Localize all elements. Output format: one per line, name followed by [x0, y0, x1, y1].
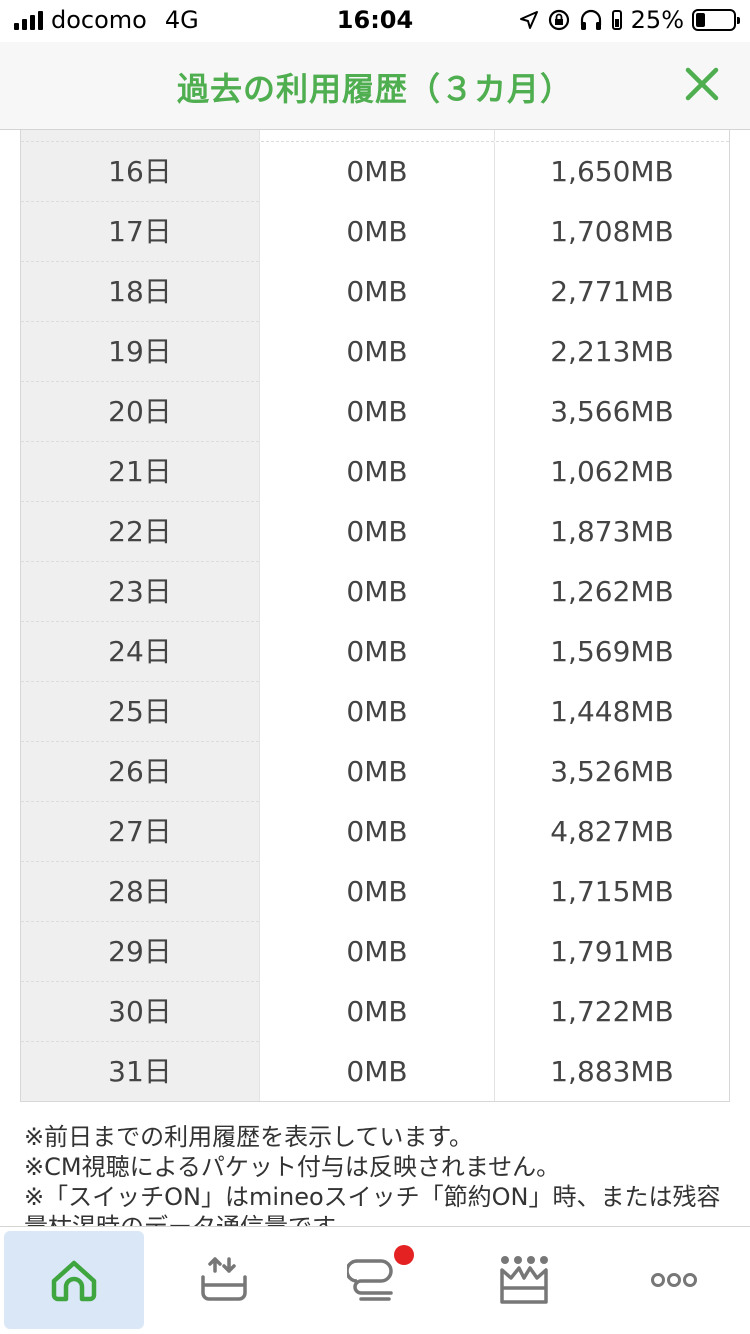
home-icon: [51, 1260, 97, 1302]
usage-cell: 3,566MB: [494, 382, 729, 442]
day-cell: 30日: [108, 995, 172, 1028]
table-row: 21日 0MB 1,062MB: [21, 442, 729, 502]
page-title: 過去の利用履歴（３カ月）: [176, 70, 573, 108]
status-bar: docomo 4G 16:04 25%: [0, 0, 750, 42]
nav-more[interactable]: [604, 1231, 744, 1329]
switch-on-cell: 0MB: [259, 1042, 494, 1101]
day-cell: 27日: [108, 815, 172, 848]
usage-cell: 1,722MB: [494, 982, 729, 1042]
note-line: ※「スイッチON」はmineoスイッチ「節約ON」時、または残容量枯渇時のデータ…: [24, 1183, 721, 1226]
table-row: 24日 0MB 1,569MB: [21, 622, 729, 682]
usage-cell: 1,708MB: [494, 202, 729, 262]
switch-on-cell: 0MB: [259, 502, 494, 562]
table-row: 19日 0MB 2,213MB: [21, 322, 729, 382]
nav-community[interactable]: [304, 1231, 444, 1329]
table-row: 26日 0MB 3,526MB: [21, 742, 729, 802]
notification-badge: [394, 1245, 414, 1265]
switch-on-cell: 0MB: [259, 142, 494, 202]
status-right: 25%: [519, 6, 740, 34]
day-cell: 29日: [108, 935, 172, 968]
battery-icon: [692, 9, 740, 31]
usage-cell: 1,650MB: [494, 142, 729, 202]
nav-premium[interactable]: [454, 1231, 594, 1329]
switch-on-cell: 0MB: [259, 202, 494, 262]
usage-cell: 1,715MB: [494, 862, 729, 922]
day-cell: 16日: [108, 155, 172, 188]
nav-gift-share[interactable]: [154, 1231, 294, 1329]
usage-notes: ※前日までの利用履歴を表示しています。 ※CM視聴によるパケット付与は反映されま…: [24, 1122, 730, 1226]
alarm-icon: [611, 10, 622, 30]
day-cell: 21日: [108, 455, 172, 488]
switch-on-cell: 0MB: [259, 322, 494, 382]
usage-history-table[interactable]: 16日 0MB 1,650MB 17日 0MB 1,708MB 18日 0MB 2,771MB 1…: [20, 130, 730, 1102]
usage-cell: 1,883MB: [494, 1042, 729, 1101]
table-row: 16日 0MB 1,650MB: [21, 142, 729, 202]
switch-on-cell: 0MB: [259, 922, 494, 982]
upload-tray-icon: [201, 1257, 247, 1301]
usage-cell: 1,062MB: [494, 442, 729, 502]
day-cell: 31日: [108, 1055, 172, 1088]
switch-on-cell: 0MB: [259, 442, 494, 502]
table-row: 27日 0MB 4,827MB: [21, 802, 729, 862]
modal-header: 過去の利用履歴（３カ月）: [0, 42, 750, 130]
day-cell: 28日: [108, 875, 172, 908]
usage-cell: 4,827MB: [494, 802, 729, 862]
usage-cell: 2,771MB: [494, 262, 729, 322]
day-cell: 26日: [108, 755, 172, 788]
day-cell: 20日: [108, 395, 172, 428]
location-arrow-icon: [519, 11, 538, 29]
switch-on-cell: 0MB: [259, 802, 494, 862]
switch-on-cell: 0MB: [259, 682, 494, 742]
table-row: 20日 0MB 3,566MB: [21, 382, 729, 442]
switch-on-cell: 0MB: [259, 742, 494, 802]
switch-on-cell: 0MB: [259, 262, 494, 322]
usage-cell: 1,448MB: [494, 682, 729, 742]
table-row-partial: [21, 130, 729, 142]
bottom-navigation: [0, 1226, 750, 1334]
table-row: 30日 0MB 1,722MB: [21, 982, 729, 1042]
more-icon: [651, 1273, 697, 1287]
chat-bubble-icon: [347, 1259, 393, 1301]
switch-on-cell: 0MB: [259, 382, 494, 442]
rotation-lock-icon: [548, 9, 569, 31]
note-line: ※前日までの利用履歴を表示しています。: [24, 1123, 473, 1151]
day-cell: 18日: [108, 275, 172, 308]
close-icon[interactable]: [682, 64, 722, 104]
table-row: 28日 0MB 1,715MB: [21, 862, 729, 922]
day-cell: 19日: [108, 335, 172, 368]
day-cell: 22日: [108, 515, 172, 548]
usage-cell: 1,873MB: [494, 502, 729, 562]
nav-home[interactable]: [4, 1231, 144, 1329]
table-row: 22日 0MB 1,873MB: [21, 502, 729, 562]
usage-cell: 1,791MB: [494, 922, 729, 982]
usage-cell: 3,526MB: [494, 742, 729, 802]
usage-cell: 1,569MB: [494, 622, 729, 682]
day-cell: 25日: [108, 695, 172, 728]
day-cell: 23日: [108, 575, 172, 608]
battery-percent: 25%: [630, 6, 684, 34]
switch-on-cell: 0MB: [259, 982, 494, 1042]
note-line: ※CM視聴によるパケット付与は反映されません。: [24, 1153, 561, 1181]
table-row: 18日 0MB 2,771MB: [21, 262, 729, 322]
day-cell: 17日: [108, 215, 172, 248]
crown-icon: [500, 1256, 548, 1304]
usage-cell: 2,213MB: [494, 322, 729, 382]
table-row: 17日 0MB 1,708MB: [21, 202, 729, 262]
table-row: 31日 0MB 1,883MB: [21, 1042, 729, 1101]
table-row: 29日 0MB 1,791MB: [21, 922, 729, 982]
table-row: 23日 0MB 1,262MB: [21, 562, 729, 622]
switch-on-cell: 0MB: [259, 562, 494, 622]
usage-cell: 1,262MB: [494, 562, 729, 622]
switch-on-cell: 0MB: [259, 622, 494, 682]
headphones-icon: [580, 9, 601, 30]
day-cell: 24日: [108, 635, 172, 668]
switch-on-cell: 0MB: [259, 862, 494, 922]
table-row: 25日 0MB 1,448MB: [21, 682, 729, 742]
